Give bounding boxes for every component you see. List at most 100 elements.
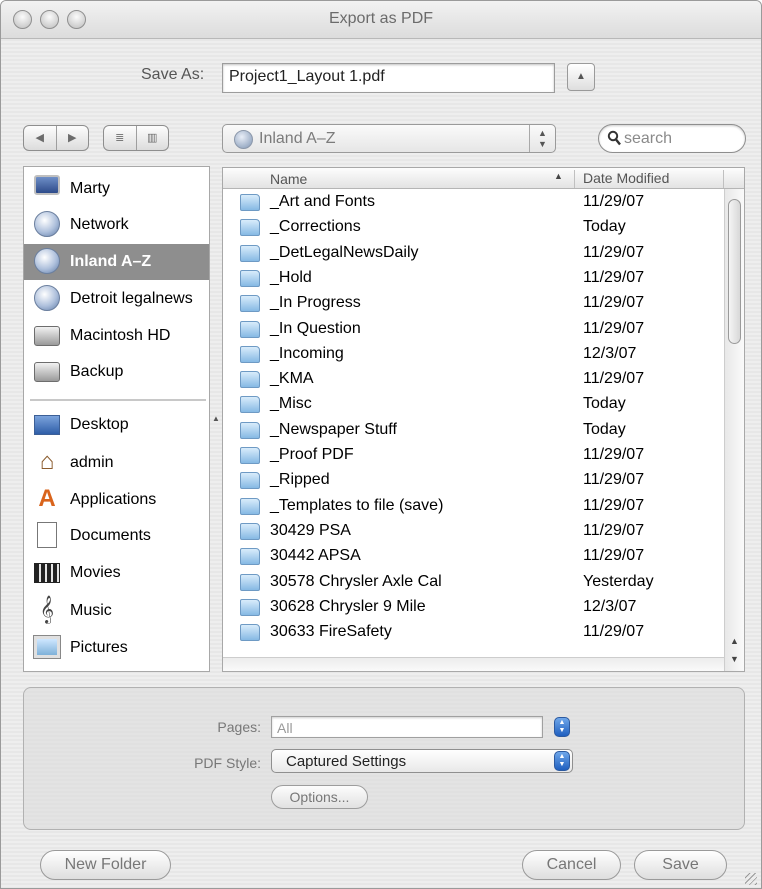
file-row[interactable]: 30442 APSA 11/29/07 xyxy=(223,544,723,569)
horizontal-scrollbar[interactable] xyxy=(223,657,724,671)
sidebar-item-label: Movies xyxy=(70,564,121,581)
popup-arrows-icon: ▲ ▼ xyxy=(554,751,570,771)
scroll-down-arrow-icon[interactable]: ▼ xyxy=(725,651,744,667)
sidebar-item-label: Network xyxy=(70,216,129,233)
file-date-modified: Today xyxy=(583,218,626,236)
sidebar-item-marty[interactable]: Marty xyxy=(24,171,209,207)
file-name: _Ripped xyxy=(270,471,330,489)
save-button[interactable]: Save xyxy=(634,850,727,880)
file-name: _Proof PDF xyxy=(270,446,354,463)
folder-icon xyxy=(240,295,260,313)
file-row[interactable]: _Proof PDF 11/29/07 xyxy=(223,443,723,468)
file-row[interactable]: 30429 PSA 11/29/07 xyxy=(223,519,723,544)
sidebar-item-desktop[interactable]: Desktop xyxy=(24,407,209,443)
forward-button[interactable]: ▶ xyxy=(55,126,89,150)
file-row[interactable]: 30628 Chrysler 9 Mile 12/3/07 xyxy=(223,595,723,620)
file-name: _Newspaper Stuff xyxy=(270,420,397,438)
folder-icon xyxy=(240,269,260,287)
file-row[interactable]: _In Progress 11/29/07 xyxy=(223,291,723,316)
folder-icon xyxy=(240,548,260,566)
sort-ascending-icon: ▲ xyxy=(554,171,563,181)
sidebar-item-pictures[interactable]: Pictures xyxy=(24,630,209,666)
cancel-button[interactable]: Cancel xyxy=(522,850,621,880)
file-row[interactable]: _DetLegalNewsDaily 11/29/07 xyxy=(223,241,723,266)
pdf-style-popup[interactable]: Captured Settings ▲ ▼ xyxy=(271,749,573,773)
file-date-modified: 11/29/07 xyxy=(583,370,645,388)
scroll-up-arrow-icon[interactable]: ▲ xyxy=(725,633,744,649)
file-name: _Misc xyxy=(270,395,312,413)
view-mode-control: ≣ ▥ xyxy=(103,125,169,151)
file-name: _Corrections xyxy=(270,218,361,236)
file-row[interactable]: _Newspaper Stuff Today xyxy=(223,418,723,443)
file-date-modified: 11/29/07 xyxy=(583,446,645,463)
sidebar-item-inland-a-z[interactable]: Inland A–Z xyxy=(24,244,209,280)
home-icon: ⌂ xyxy=(39,448,55,475)
file-name: _Hold xyxy=(270,268,312,286)
pictures-icon xyxy=(33,635,61,659)
file-name: _Templates to file (save) xyxy=(270,496,444,514)
list-view-button[interactable]: ≣ xyxy=(104,126,136,150)
folder-icon xyxy=(240,624,260,642)
file-row[interactable]: _Incoming 12/3/07 xyxy=(223,342,723,367)
sidebar-item-network[interactable]: Network xyxy=(24,207,209,243)
sidebar-item-music[interactable]: 𝄞 Music xyxy=(24,593,209,629)
computer-icon xyxy=(34,175,60,195)
pages-field[interactable]: All xyxy=(271,716,543,738)
export-pdf-dialog: Export as PDF Save As: Project1_Layout 1… xyxy=(0,0,762,889)
file-browser: Name ▲ Date Modified _Art and Fonts 11/29… xyxy=(222,167,745,672)
date-modified-column-header[interactable]: Date Modified xyxy=(574,170,724,188)
file-row[interactable]: _Corrections Today xyxy=(223,215,723,240)
save-as-label: Save As: xyxy=(141,66,205,83)
folder-icon xyxy=(240,497,260,515)
column-view-button[interactable]: ▥ xyxy=(135,126,169,150)
file-row[interactable]: _Hold 11/29/07 xyxy=(223,266,723,291)
sidebar-item-admin[interactable]: ⌂ admin xyxy=(24,445,209,481)
name-column-header[interactable]: Name xyxy=(270,171,307,187)
sidebar-item-documents[interactable]: Documents xyxy=(24,518,209,554)
search-placeholder: search xyxy=(624,130,673,147)
file-row[interactable]: 30578 Chrysler Axle Cal Yesterday xyxy=(223,570,723,595)
file-name: _Incoming xyxy=(270,344,344,362)
file-date-modified: 11/29/07 xyxy=(583,521,645,539)
sidebar-resize-handle[interactable]: ▲ xyxy=(212,414,220,423)
search-field[interactable]: search xyxy=(598,124,746,153)
folder-icon xyxy=(240,573,260,591)
window-resize-grip[interactable] xyxy=(745,873,757,885)
list-view-icon: ≣ xyxy=(115,132,125,144)
file-row[interactable]: _Misc Today xyxy=(223,392,723,417)
column-view-icon: ▥ xyxy=(147,132,158,144)
clapperboard-icon xyxy=(34,563,60,583)
save-as-field[interactable]: Project1_Layout 1.pdf xyxy=(222,63,555,93)
sidebar-item-applications[interactable]: A Applications xyxy=(24,482,209,518)
sidebar: Marty Network Inland A–Z Detroit legalne… xyxy=(23,166,210,672)
collapse-dialog-button[interactable]: ▲ xyxy=(567,63,595,91)
file-name: _KMA xyxy=(270,370,314,388)
file-row[interactable]: _Templates to file (save) 11/29/07 xyxy=(223,494,723,519)
file-list-header: Name ▲ Date Modified xyxy=(223,168,744,189)
scroll-thumb[interactable] xyxy=(728,199,741,344)
file-row[interactable]: _Ripped 11/29/07 xyxy=(223,468,723,493)
popup-arrows-icon: ▲ ▼ xyxy=(529,125,555,152)
file-row[interactable]: _In Question 11/29/07 xyxy=(223,317,723,342)
file-date-modified: 12/3/07 xyxy=(583,344,637,362)
sidebar-item-macintosh-hd[interactable]: Macintosh HD xyxy=(24,318,209,354)
new-folder-button[interactable]: New Folder xyxy=(40,850,171,880)
desktop-icon xyxy=(34,415,60,435)
back-button[interactable]: ◀ xyxy=(24,126,56,150)
sidebar-item-backup[interactable]: Backup xyxy=(24,354,209,390)
file-name: 30429 PSA xyxy=(270,521,351,539)
file-date-modified: 11/29/07 xyxy=(583,193,645,210)
sidebar-item-movies[interactable]: Movies xyxy=(24,555,209,591)
pages-stepper[interactable]: ▲ ▼ xyxy=(554,717,570,737)
sidebar-item-detroit-legalnews[interactable]: Detroit legalnews xyxy=(24,281,209,317)
folder-icon xyxy=(240,598,260,616)
options-button[interactable]: Options... xyxy=(271,785,368,809)
magnifier-icon xyxy=(607,130,621,146)
folder-icon xyxy=(240,194,260,211)
title-bar: Export as PDF xyxy=(1,1,761,39)
vertical-scrollbar[interactable]: ▲ ▼ xyxy=(724,189,744,671)
file-row[interactable]: _Art and Fonts 11/29/07 xyxy=(223,190,723,215)
file-row[interactable]: _KMA 11/29/07 xyxy=(223,367,723,392)
location-popup[interactable]: Inland A–Z ▲ ▼ xyxy=(222,124,556,153)
file-row[interactable]: 30633 FireSafety 11/29/07 xyxy=(223,620,723,645)
